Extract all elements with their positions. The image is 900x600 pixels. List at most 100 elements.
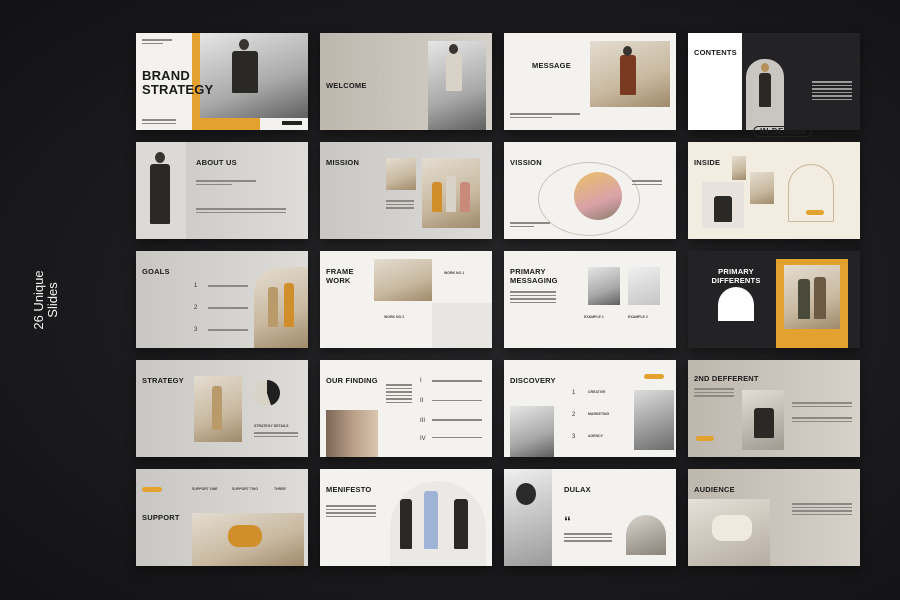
slide-menifesto[interactable]: MENIFESTO — [320, 469, 492, 566]
finding-numeral-2: II — [420, 398, 424, 404]
model-figure — [798, 279, 810, 319]
model-figure — [714, 196, 732, 222]
support-label-2: SUPPORT TWO — [232, 487, 259, 491]
slide-vission[interactable]: VISSION — [504, 142, 676, 239]
slide-text-lines — [142, 39, 172, 46]
slide-text-lines-2 — [792, 402, 852, 424]
slide-goals[interactable]: GOALS 1 2 3 — [136, 251, 308, 348]
discovery-label-2: MARKETING — [588, 412, 610, 416]
slide-dulax[interactable]: DULAX “ — [504, 469, 676, 566]
slide-grid: BRAND STRATEGY WELCOME MESSAGE CONTENTS … — [136, 33, 860, 566]
accent-pill — [644, 374, 664, 379]
slide-message[interactable]: MESSAGE — [504, 33, 676, 130]
slide-text-lines — [326, 505, 376, 519]
model-figure — [446, 53, 462, 91]
slide-about-us[interactable]: ABOUT US — [136, 142, 308, 239]
slide-title: GOALS — [142, 267, 170, 276]
slide-strategy[interactable]: STRATEGY STRATEGY DETAILS — [136, 360, 308, 457]
model-head — [516, 483, 536, 505]
slide-text-lines — [196, 180, 256, 187]
slide-text-lines — [510, 291, 556, 305]
in-design-badge: IN DESIGN — [753, 126, 813, 137]
example-label-1: EXAMPLE 1 — [584, 315, 604, 319]
quote-mark: “ — [564, 513, 572, 529]
accent-pill — [806, 210, 824, 215]
slide-text-lines — [510, 113, 580, 120]
model-figure — [232, 51, 258, 93]
support-label-3: THREE — [274, 487, 286, 491]
slide-frame-work[interactable]: FRAME WORK WORK NO 1 WORK NO 2 WORK NO 3 — [320, 251, 492, 348]
goal-number-3: 3 — [194, 327, 198, 333]
slide-photo-arch — [626, 515, 666, 555]
goal-text-3 — [208, 329, 248, 333]
goal-text-2 — [208, 307, 248, 311]
goal-text-1 — [208, 285, 248, 289]
example-label-2: EXAMPLE 2 — [628, 315, 648, 319]
slide-title: OUR FINDING — [326, 376, 378, 385]
accent-pill — [142, 487, 162, 492]
slide-contents[interactable]: CONTENTS — [688, 33, 860, 130]
slide-text-lines — [694, 388, 734, 399]
slide-title: STRATEGY — [142, 376, 184, 385]
goal-number-2: 2 — [194, 305, 198, 311]
finding-numeral-1: I — [420, 378, 422, 384]
slide-text-lines-bottom — [142, 119, 176, 126]
model-figure — [759, 73, 771, 107]
slide-title: VISSION — [510, 158, 542, 167]
slide-title: PRIMARY DIFFERENTS — [711, 267, 761, 285]
slide-support[interactable]: SUPPORT SUPPORT ONE SUPPORT TWO THREE — [136, 469, 308, 566]
model-figure — [432, 182, 442, 212]
model-figure-2 — [446, 176, 456, 212]
slide-text-lines-2 — [196, 208, 286, 215]
slide-text-lines — [386, 200, 414, 211]
slide-photo — [784, 265, 840, 329]
discovery-label-1: CREATIVE — [588, 390, 606, 394]
slide-photo-circle — [574, 172, 622, 220]
model-figure — [268, 287, 278, 327]
slide-title: WELCOME — [326, 81, 367, 90]
model-figure — [150, 164, 170, 224]
discovery-number-1: 1 — [572, 390, 576, 396]
slide-our-finding[interactable]: OUR FINDING I II III IV — [320, 360, 492, 457]
slide-primary-differents[interactable]: PRIMARY DIFFERENTS — [688, 251, 860, 348]
contents-list — [812, 81, 852, 102]
support-label-1: SUPPORT ONE — [192, 487, 218, 491]
slide-inside[interactable]: INSIDE — [688, 142, 860, 239]
slide-text-lines — [510, 222, 550, 229]
model-figure-2 — [814, 277, 826, 319]
slide-brand-strategy[interactable]: BRAND STRATEGY — [136, 33, 308, 130]
finding-numeral-4: IV — [420, 436, 426, 442]
slide-title: BRAND STRATEGY — [142, 68, 214, 97]
slide-title: MISSION — [326, 158, 360, 167]
model-head — [761, 63, 769, 72]
slide-text-lines — [254, 432, 298, 439]
slide-primary-messaging[interactable]: PRIMARY MESSAGING EXAMPLE 1 EXAMPLE 2 — [504, 251, 676, 348]
slide-text-lines-2 — [632, 180, 662, 187]
model-figure — [620, 55, 636, 95]
work-label-1: WORK NO 1 — [444, 271, 465, 275]
slide-photo-small — [386, 158, 416, 190]
slide-photo-2 — [634, 390, 674, 450]
slide-second-defferent[interactable]: 2ND DEFFERENT — [688, 360, 860, 457]
slide-photo — [510, 406, 554, 457]
slide-title: 2ND DEFFERENT — [694, 374, 759, 383]
slide-text-lines — [564, 533, 612, 544]
slide-title: PRIMARY MESSAGING — [510, 267, 558, 285]
slide-audience[interactable]: AUDIENCE — [688, 469, 860, 566]
example-photo-2 — [628, 267, 660, 305]
discovery-number-2: 2 — [572, 412, 576, 418]
slide-text-lines — [386, 384, 412, 405]
finding-numeral-3: III — [420, 418, 426, 424]
unique-slides-label: 26 Unique Slides — [31, 270, 60, 329]
slide-title: ABOUT US — [196, 158, 237, 167]
slide-mission[interactable]: MISSION — [320, 142, 492, 239]
side-label-line-2: Slides — [45, 282, 60, 318]
model-head — [449, 44, 458, 54]
slide-title: MENIFESTO — [326, 485, 372, 494]
model-figure — [712, 515, 752, 541]
model-head — [623, 46, 632, 56]
slide-welcome[interactable]: WELCOME — [320, 33, 492, 130]
model-figure — [754, 408, 774, 438]
slide-discovery[interactable]: DISCOVERY 1 2 3 CREATIVE MARKETING AGENC… — [504, 360, 676, 457]
slide-title: CONTENTS — [694, 48, 737, 57]
